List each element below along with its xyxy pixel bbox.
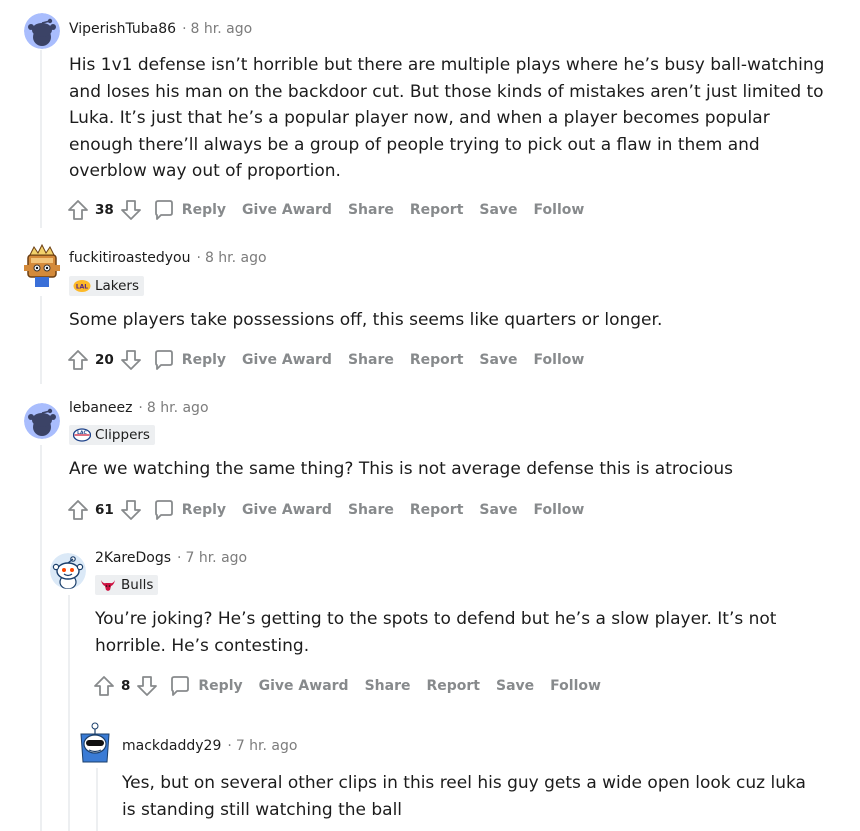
timestamp[interactable]: 7 hr. ago [185, 550, 247, 566]
give-award-button[interactable]: Give Award [259, 678, 349, 694]
comment-icon [152, 198, 176, 222]
comment-meta: ViperishTuba86 · 8 hr. ago [69, 21, 252, 37]
separator: · [227, 738, 232, 754]
report-button[interactable]: Report [410, 202, 464, 218]
snoo-avatar-icon [24, 403, 60, 439]
username[interactable]: 2KareDogs [95, 550, 171, 566]
vote-count: 61 [95, 502, 114, 518]
flair-label: Clippers [95, 427, 150, 443]
reply-button[interactable]: Reply [152, 498, 226, 522]
comment-meta: fuckitiroastedyou · 8 hr. ago [69, 250, 267, 266]
report-button[interactable]: Report [410, 502, 464, 518]
comment-icon [152, 348, 176, 372]
svg-text:LAC: LAC [77, 430, 87, 436]
username[interactable]: fuckitiroastedyou [69, 250, 190, 266]
timestamp[interactable]: 8 hr. ago [191, 21, 253, 37]
separator: · [196, 250, 201, 266]
username[interactable]: mackdaddy29 [122, 738, 221, 754]
comment-actions: 20 Reply Give Award Share Report Save Fo… [65, 346, 600, 374]
separator: · [177, 550, 182, 566]
svg-text:LAL: LAL [76, 284, 88, 291]
timestamp[interactable]: 8 hr. ago [205, 250, 267, 266]
snoo-avatar-icon [24, 13, 60, 49]
vote-count: 8 [121, 678, 131, 694]
comment-icon [152, 498, 176, 522]
snoo-avatar-icon [24, 243, 60, 287]
reply-label: Reply [181, 202, 227, 218]
follow-button[interactable]: Follow [534, 202, 585, 218]
avatar[interactable] [77, 720, 113, 766]
report-button[interactable]: Report [426, 678, 480, 694]
flair-label: Lakers [95, 278, 140, 294]
share-button[interactable]: Share [348, 352, 394, 368]
separator: · [182, 21, 187, 37]
reply-label: Reply [198, 678, 243, 694]
save-button[interactable]: Save [479, 352, 517, 368]
reply-button[interactable]: Reply [152, 348, 226, 372]
give-award-button[interactable]: Give Award [242, 502, 332, 518]
share-button[interactable]: Share [365, 678, 411, 694]
user-flair: LAC Clippers [69, 425, 155, 445]
flair-label: Bulls [121, 577, 154, 593]
share-button[interactable]: Share [348, 202, 394, 218]
reply-label: Reply [181, 352, 227, 368]
comment-meta: mackdaddy29 · 7 hr. ago [122, 738, 297, 754]
reply-label: Reply [181, 502, 227, 518]
reply-button[interactable]: Reply [168, 674, 243, 698]
comment-body: Are we watching the same thing? This is … [69, 459, 733, 479]
thread-line[interactable] [68, 595, 70, 831]
separator: · [138, 400, 143, 416]
comment-body: Yes, but on several other clips in this … [122, 773, 806, 820]
avatar[interactable] [22, 241, 62, 291]
upvote-icon[interactable] [65, 347, 91, 373]
snoo-avatar-icon [80, 722, 110, 763]
thread-line[interactable] [40, 445, 42, 831]
give-award-button[interactable]: Give Award [242, 352, 332, 368]
snoo-avatar-icon [50, 553, 86, 589]
bulls-logo-icon [99, 578, 117, 592]
thread-line[interactable] [40, 296, 42, 384]
comment-body: Some players take possessions off, this … [69, 310, 663, 330]
user-flair: LAL Lakers [69, 276, 145, 296]
downvote-icon[interactable] [118, 347, 144, 373]
timestamp[interactable]: 7 hr. ago [236, 738, 298, 754]
thread-line[interactable] [96, 768, 98, 831]
comment-actions: 61 Reply Give Award Share Report Save Fo… [65, 496, 600, 524]
comment-meta: lebaneez · 8 hr. ago [69, 400, 209, 416]
report-button[interactable]: Report [410, 352, 464, 368]
avatar[interactable] [50, 553, 86, 589]
upvote-icon[interactable] [65, 197, 91, 223]
lakers-logo-icon: LAL [73, 279, 91, 293]
share-button[interactable]: Share [348, 502, 394, 518]
save-button[interactable]: Save [479, 502, 517, 518]
vote-count: 20 [95, 352, 114, 368]
user-flair: Bulls [95, 575, 159, 595]
follow-button[interactable]: Follow [550, 678, 601, 694]
downvote-icon[interactable] [134, 673, 160, 699]
upvote-icon[interactable] [91, 673, 117, 699]
avatar[interactable] [24, 403, 60, 439]
clippers-logo-icon: LAC [72, 428, 92, 442]
comment-actions: 8 Reply Give Award Share Report Save Fol… [91, 672, 617, 700]
username[interactable]: lebaneez [69, 400, 132, 416]
save-button[interactable]: Save [496, 678, 534, 694]
comment-actions: 38 Reply Give Award Share Report Save Fo… [65, 196, 600, 224]
comment-icon [168, 674, 192, 698]
vote-count: 38 [95, 202, 114, 218]
reply-button[interactable]: Reply [152, 198, 226, 222]
comment-meta: 2KareDogs · 7 hr. ago [95, 550, 247, 566]
upvote-icon[interactable] [65, 497, 91, 523]
timestamp[interactable]: 8 hr. ago [147, 400, 209, 416]
avatar[interactable] [24, 13, 60, 49]
give-award-button[interactable]: Give Award [242, 202, 332, 218]
thread-line[interactable] [40, 50, 42, 228]
downvote-icon[interactable] [118, 197, 144, 223]
save-button[interactable]: Save [479, 202, 517, 218]
follow-button[interactable]: Follow [534, 502, 585, 518]
downvote-icon[interactable] [118, 497, 144, 523]
follow-button[interactable]: Follow [534, 352, 585, 368]
username[interactable]: ViperishTuba86 [69, 21, 176, 37]
comment-body: His 1v1 defense isn’t horrible but there… [69, 55, 825, 181]
comment-body: You’re joking? He’s getting to the spots… [95, 609, 777, 656]
